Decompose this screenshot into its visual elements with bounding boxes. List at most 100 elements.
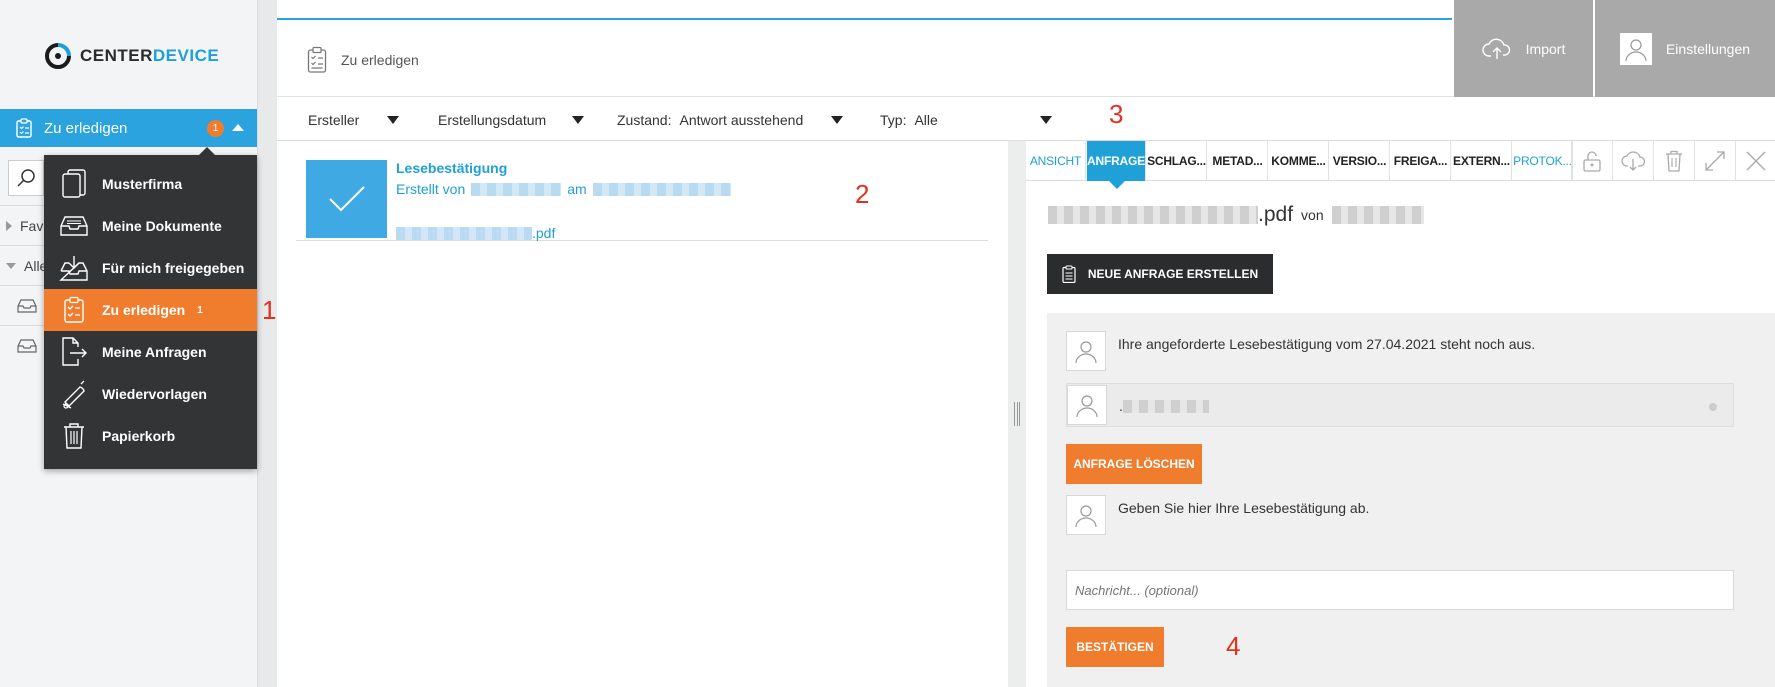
- new-request-button[interactable]: NEUE ANFRAGE ERSTELLEN: [1047, 254, 1273, 294]
- filter-bar: Ersteller Erstellungsdatum Zustand: Antw…: [277, 97, 1775, 141]
- filter-state-value: Antwort ausstehend: [679, 112, 804, 128]
- annotation-1: 1: [262, 295, 277, 325]
- search-button[interactable]: [8, 160, 44, 196]
- user-avatar-icon: [1076, 395, 1098, 418]
- filter-state[interactable]: Zustand: Antwort ausstehend: [617, 112, 844, 128]
- download-button[interactable]: [1612, 141, 1653, 181]
- redacted-doc-name: [1048, 206, 1258, 224]
- menu-item-label: Für mich freigegeben: [102, 260, 245, 276]
- expand-button[interactable]: [1694, 141, 1735, 181]
- triangle-right-icon: [6, 220, 12, 231]
- avatar: [1066, 495, 1106, 535]
- dropdown-arrow-icon: [1040, 116, 1052, 124]
- redacted-filename: [396, 226, 532, 240]
- tab-freigaben[interactable]: FREIGA...: [1391, 141, 1451, 181]
- todo-nav-toggle[interactable]: Zu erledigen 1: [0, 109, 257, 147]
- unlock-button[interactable]: [1571, 141, 1612, 181]
- document-title[interactable]: Lesebestätigung: [396, 160, 507, 176]
- panel-splitter[interactable]: [1008, 141, 1026, 687]
- list-item[interactable]: Lesebestätigung Erstellt von am .pdf: [296, 150, 988, 241]
- von-label: von: [1301, 207, 1324, 223]
- avatar: [1066, 331, 1106, 371]
- filter-creator[interactable]: Ersteller: [308, 112, 400, 128]
- search-icon: [17, 169, 35, 187]
- close-button[interactable]: [1735, 141, 1775, 181]
- annotation-4: 4: [1226, 631, 1241, 661]
- menu-item-label: Wiedervorlagen: [102, 386, 207, 402]
- user-avatar-icon: [1625, 38, 1647, 61]
- tab-ansicht[interactable]: ANSICHT: [1026, 141, 1086, 181]
- menu-item-meine-anfragen[interactable]: Meine Anfragen: [44, 331, 257, 373]
- bell-icon: [56, 379, 92, 409]
- import-button[interactable]: Import: [1454, 0, 1593, 97]
- centerdevice-logo-icon: [45, 43, 71, 69]
- trash-icon: [56, 422, 92, 450]
- menu-item-meine-dokumente[interactable]: Meine Dokumente: [44, 205, 257, 247]
- navigation-menu: Musterfirma Meine Dokumente Für mich fre…: [44, 147, 257, 469]
- app-logo[interactable]: CENTERDEVICE: [44, 42, 219, 70]
- clipboard-checklist-icon: [16, 118, 32, 138]
- cloud-download-icon: [1621, 151, 1645, 171]
- todo-count-badge: 1: [207, 120, 224, 137]
- filter-creation-date[interactable]: Erstellungsdatum: [438, 112, 585, 128]
- brand-name: CENTERDEVICE: [80, 46, 220, 65]
- inbox-tray-icon: [17, 298, 37, 313]
- delete-button[interactable]: [1653, 141, 1694, 181]
- menu-item-label: Musterfirma: [102, 176, 183, 192]
- avatar: [1067, 385, 1107, 425]
- menu-item-fuer-mich-freigegeben[interactable]: Für mich freigegeben: [44, 247, 257, 289]
- filter-state-label: Zustand:: [617, 112, 672, 128]
- new-request-label: NEUE ANFRAGE ERSTELLEN: [1087, 267, 1259, 281]
- trash-icon: [1666, 150, 1682, 172]
- redacted-owner: [1331, 206, 1424, 224]
- user-avatar-icon: [1075, 505, 1097, 528]
- dropdown-arrow-icon: [831, 116, 844, 124]
- delete-request-button[interactable]: ANFRAGE LÖSCHEN: [1066, 444, 1202, 484]
- menu-item-label: Meine Anfragen: [102, 344, 207, 360]
- menu-item-label: Meine Dokumente: [102, 218, 222, 234]
- message-input[interactable]: [1066, 570, 1734, 610]
- document-filename[interactable]: .pdf: [396, 225, 555, 241]
- menu-item-musterfirma[interactable]: Musterfirma: [44, 163, 257, 205]
- file-extension: .pdf: [532, 225, 556, 241]
- tab-extern[interactable]: EXTERN...: [1452, 141, 1512, 181]
- menu-item-zu-erledigen[interactable]: Zu erledigen 1: [44, 289, 257, 331]
- tab-kommentare[interactable]: KOMME...: [1269, 141, 1329, 181]
- annotation-2: 2: [855, 179, 870, 209]
- filter-type[interactable]: Typ: Alle: [880, 112, 1052, 128]
- detail-panel: ANSICHT ANFRAGE SCHLAG... METAD... KOMME…: [1026, 141, 1775, 687]
- filter-date-label: Erstellungsdatum: [438, 112, 547, 128]
- clipboard-icon: [1062, 265, 1076, 283]
- expand-icon: [1705, 151, 1725, 171]
- inbox-tray-icon: [17, 338, 37, 353]
- menu-item-papierkorb[interactable]: Papierkorb: [44, 415, 257, 457]
- confirm-button[interactable]: BESTÄTIGEN: [1066, 627, 1164, 667]
- menu-item-wiedervorlagen[interactable]: Wiedervorlagen: [44, 373, 257, 415]
- settings-button[interactable]: Einstellungen: [1595, 0, 1775, 97]
- unlock-icon: [1583, 151, 1601, 172]
- inbox-tray-icon: [56, 215, 92, 237]
- tab-protokoll[interactable]: PROTOK...: [1513, 141, 1573, 181]
- loading-progress-line: [277, 18, 1452, 20]
- filter-type-label: Typ:: [880, 112, 907, 128]
- filter-creator-label: Ersteller: [308, 112, 360, 128]
- confirm-prompt: Geben Sie hier Ihre Lesebestätigung ab.: [1118, 500, 1370, 516]
- tab-schlagworte[interactable]: SCHLAG...: [1147, 141, 1207, 181]
- documents-icon: [56, 169, 92, 199]
- tab-metadaten[interactable]: METAD...: [1208, 141, 1268, 181]
- request-box: Ihre angeforderte Lesebestätigung vom 27…: [1047, 313, 1775, 687]
- caret-up-icon: [232, 124, 244, 131]
- document-heading: .pdf von: [1048, 203, 1424, 227]
- tab-versionen[interactable]: VERSIO...: [1330, 141, 1390, 181]
- clipboard-checklist-icon: [307, 46, 327, 73]
- cloud-upload-icon: [1481, 38, 1510, 59]
- settings-label: Einstellungen: [1665, 40, 1751, 57]
- annotation-3: 3: [1109, 99, 1124, 129]
- menu-item-label: Zu erledigen: [102, 302, 186, 318]
- detail-tab-bar: ANSICHT ANFRAGE SCHLAG... METAD... KOMME…: [1026, 141, 1775, 189]
- tab-anfrage[interactable]: ANFRAGE: [1087, 141, 1146, 189]
- drag-handle-icon: [1014, 402, 1020, 426]
- close-icon: [1746, 151, 1765, 171]
- created-by-label: Erstellt von: [396, 181, 466, 197]
- doc-extension: .pdf: [1258, 203, 1294, 226]
